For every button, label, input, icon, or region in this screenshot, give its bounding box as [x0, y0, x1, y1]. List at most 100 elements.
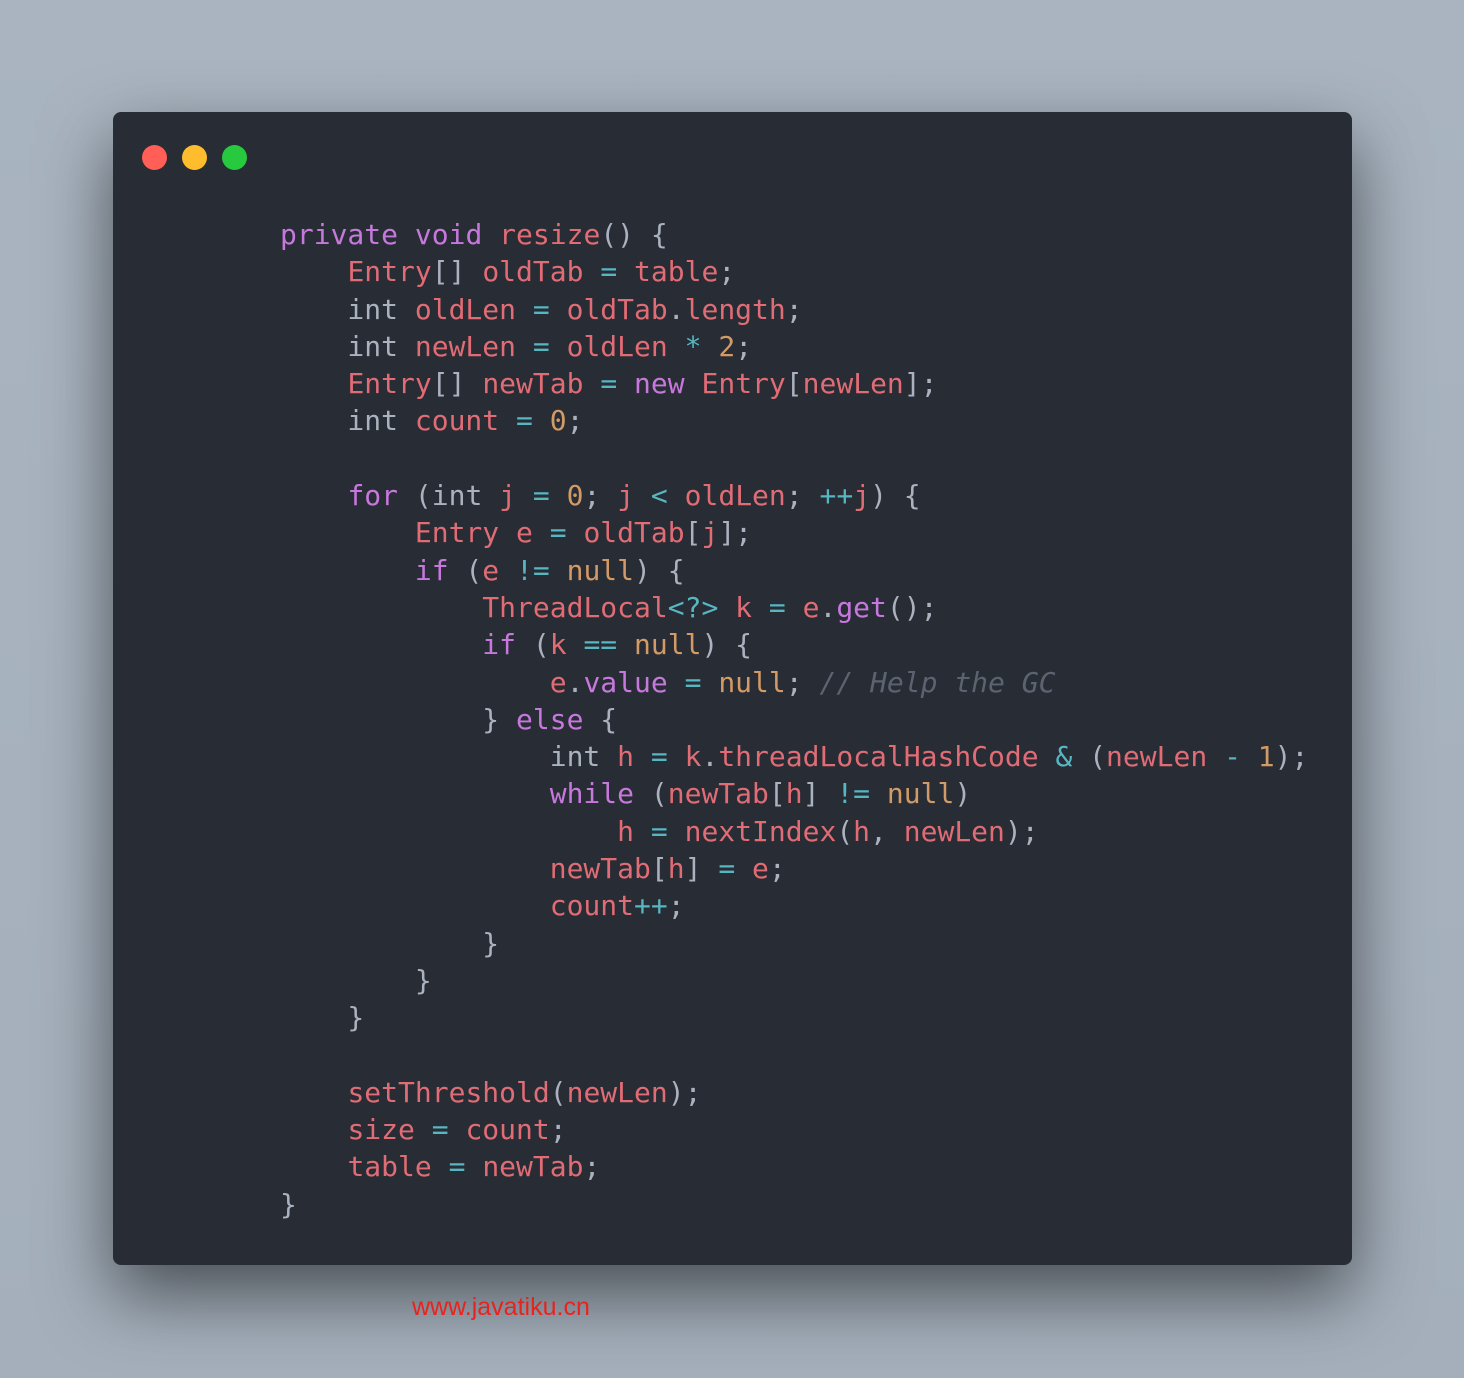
code-token: Entry [347, 367, 432, 401]
code-token: != [516, 553, 550, 587]
code-token: 2 [718, 329, 736, 363]
code-token: ); [1004, 814, 1039, 848]
code-line: } [280, 999, 1308, 1036]
code-token: oldLen [684, 479, 786, 513]
code-token: value [583, 665, 668, 699]
code-token: h [617, 814, 635, 848]
code-token: } [280, 963, 432, 997]
code-line: private void resize() { [280, 216, 1308, 253]
code-token: null [886, 777, 955, 811]
code-token: ( [1072, 740, 1107, 774]
code-block: private void resize() { Entry[] oldTab =… [280, 216, 1308, 1223]
code-token: = [718, 852, 736, 886]
code-token: (int [398, 479, 500, 513]
code-token: * [684, 329, 702, 363]
code-token: newTab [667, 777, 769, 811]
code-token: = [650, 740, 668, 774]
code-token: ; [718, 255, 736, 289]
code-line: for (int j = 0; j < oldLen; ++j) { [280, 477, 1308, 514]
code-token: newLen [414, 329, 517, 363]
code-token: int [280, 404, 415, 438]
code-token: e [516, 516, 533, 550]
code-token: } [280, 1187, 297, 1221]
code-token: resize [499, 218, 601, 251]
code-line: int count = 0; [280, 402, 1308, 439]
code-token: ( [549, 1075, 567, 1109]
code-line: ThreadLocal<?> k = e.get(); [280, 589, 1308, 626]
code-token: - [1224, 740, 1241, 774]
code-token: null [566, 553, 635, 587]
code-token: ( [634, 777, 668, 811]
code-line: table = newTab; [280, 1148, 1308, 1185]
code-token: } [280, 926, 500, 960]
code-token: == [583, 628, 618, 662]
code-line: int h = k.threadLocalHashCode & (newLen … [280, 738, 1309, 775]
code-token: void [414, 218, 483, 251]
code-token: ; [583, 1150, 601, 1184]
code-token: setThreshold [347, 1075, 550, 1109]
code-line: if (k == null) { [280, 626, 1308, 663]
code-token: e [482, 553, 500, 587]
code-token: = [532, 329, 550, 363]
code-token: ; [549, 1113, 567, 1147]
code-token: count [414, 404, 500, 438]
code-token: j [701, 516, 719, 550]
code-token: h [667, 852, 685, 886]
code-token: k [684, 740, 702, 774]
code-token: while [549, 777, 635, 811]
code-token: = [549, 516, 567, 550]
code-line: Entry[] oldTab = table; [280, 253, 1308, 290]
code-token: oldLen [414, 292, 517, 326]
code-token: newTab [549, 852, 651, 886]
code-token: j [499, 479, 517, 513]
code-token: h [785, 777, 803, 811]
code-token: newTab [482, 367, 584, 401]
code-line: Entry e = oldTab[j]; [280, 514, 1308, 551]
code-token: Entry [701, 367, 786, 401]
code-token: . [819, 590, 837, 624]
minimize-button[interactable] [182, 145, 207, 170]
code-token: (); [886, 590, 938, 624]
code-token: else [516, 702, 584, 736]
code-token: ++ [819, 479, 854, 513]
code-token: } [280, 702, 517, 736]
close-button[interactable] [142, 145, 167, 170]
code-token: newLen [1106, 740, 1208, 774]
code-token: = [650, 814, 668, 848]
code-token: ) { [701, 628, 753, 662]
maximize-button[interactable] [222, 145, 247, 170]
code-token: } [280, 1001, 365, 1035]
code-token: h [617, 740, 635, 774]
code-token: . [701, 740, 719, 774]
code-token: ++ [634, 889, 668, 923]
code-token: ) { [634, 553, 685, 587]
code-token: ); [667, 1075, 702, 1109]
code-line: int newLen = oldLen * 2; [280, 328, 1308, 365]
code-token: ( [516, 628, 550, 662]
code-token: ; [735, 329, 753, 363]
